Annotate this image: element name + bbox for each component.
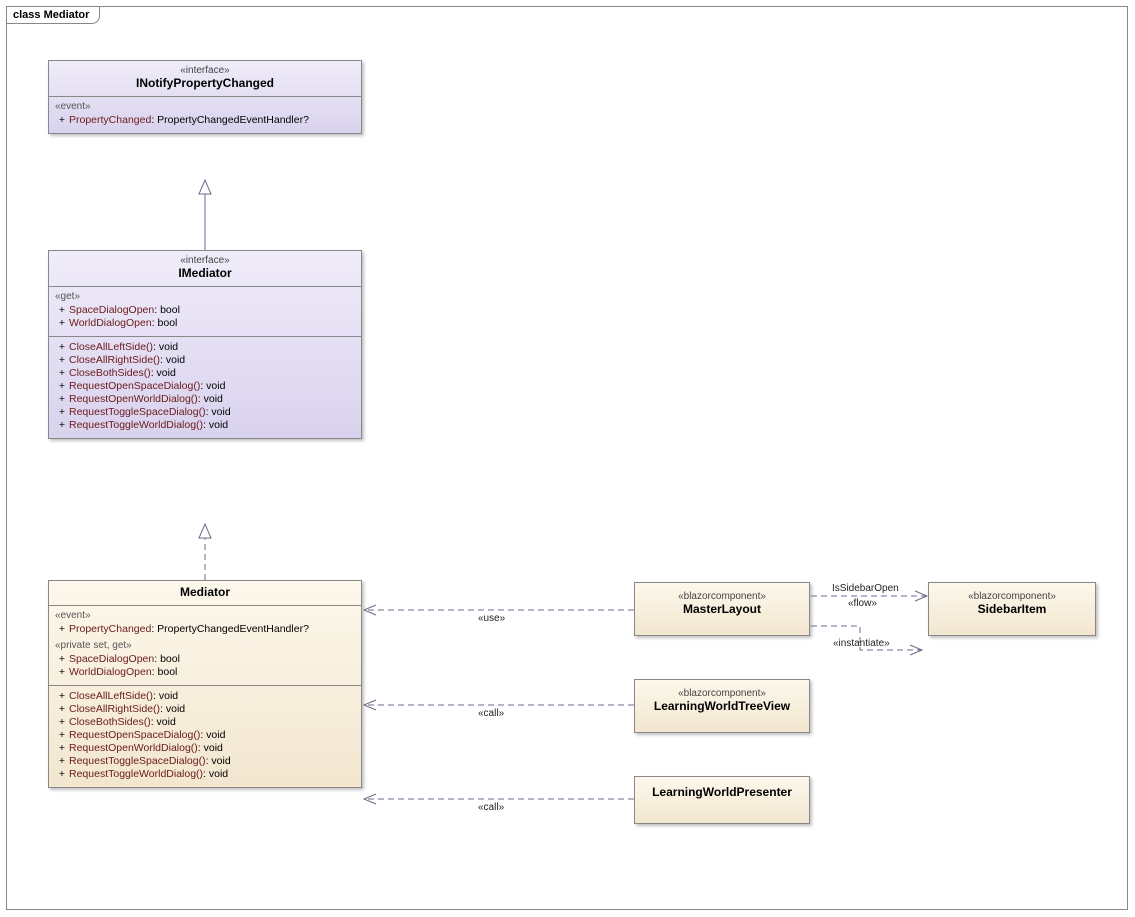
component-LearningWorldTreeView: «blazorcomponent» LearningWorldTreeView: [634, 679, 810, 733]
interface-IMediator: «interface» IMediator «get» +SpaceDialogO…: [48, 250, 362, 439]
class-title: MasterLayout: [639, 602, 805, 616]
member: +RequestOpenWorldDialog(): void: [55, 742, 355, 755]
member: +RequestOpenSpaceDialog(): void: [55, 729, 355, 742]
member: +PropertyChanged: PropertyChangedEventHa…: [55, 623, 355, 636]
compartment: +CloseAllLeftSide(): void+CloseAllRightS…: [49, 686, 361, 787]
compartment-label: «private set, get»: [55, 640, 355, 651]
compartment: «get» +SpaceDialogOpen: bool+WorldDialogO…: [49, 287, 361, 337]
compartment-label: «event»: [55, 101, 355, 112]
member: +CloseAllLeftSide(): void: [55, 341, 355, 354]
class-title: IMediator: [53, 266, 357, 280]
class-title: INotifyPropertyChanged: [53, 76, 357, 90]
member: +RequestToggleSpaceDialog(): void: [55, 755, 355, 768]
member: +RequestToggleSpaceDialog(): void: [55, 406, 355, 419]
frame-name: Mediator: [44, 9, 90, 21]
compartment-label: «event»: [55, 610, 355, 621]
class-Mediator: Mediator «event» +PropertyChanged: Proper…: [48, 580, 362, 788]
relation-label-use: «use»: [478, 613, 505, 624]
member: +RequestToggleWorldDialog(): void: [55, 768, 355, 781]
relation-label-call: «call»: [478, 708, 504, 719]
class-LearningWorldPresenter: LearningWorldPresenter: [634, 776, 810, 824]
component-SidebarItem: «blazorcomponent» SidebarItem: [928, 582, 1096, 636]
compartment-label: «get»: [55, 291, 355, 302]
compartment: «event» +PropertyChanged: PropertyChanged…: [49, 606, 361, 686]
class-title: LearningWorldTreeView: [639, 699, 805, 713]
member: +CloseAllLeftSide(): void: [55, 690, 355, 703]
member: +PropertyChanged: PropertyChangedEventHa…: [55, 114, 355, 127]
stereotype: «blazorcomponent»: [639, 688, 805, 699]
relation-label-flow: «flow»: [848, 598, 877, 609]
stereotype: «interface»: [53, 65, 357, 76]
class-title: SidebarItem: [933, 602, 1091, 616]
class-title: LearningWorldPresenter: [639, 785, 805, 799]
interface-INotifyPropertyChanged: «interface» INotifyPropertyChanged «even…: [48, 60, 362, 134]
stereotype: «blazorcomponent»: [933, 591, 1091, 602]
member: +SpaceDialogOpen: bool: [55, 653, 355, 666]
member: +SpaceDialogOpen: bool: [55, 304, 355, 317]
class-title: Mediator: [53, 585, 357, 599]
stereotype: «blazorcomponent»: [639, 591, 805, 602]
component-MasterLayout: «blazorcomponent» MasterLayout: [634, 582, 810, 636]
member: +CloseBothSides(): void: [55, 367, 355, 380]
frame-kind: class: [13, 9, 41, 21]
member: +RequestToggleWorldDialog(): void: [55, 419, 355, 432]
relation-label-flow-name: IsSidebarOpen: [832, 583, 899, 594]
compartment: «event» +PropertyChanged: PropertyChanged…: [49, 97, 361, 133]
stereotype: «interface»: [53, 255, 357, 266]
member: +CloseAllRightSide(): void: [55, 703, 355, 716]
relation-label-instantiate: «instantiate»: [833, 638, 890, 649]
member: +WorldDialogOpen: bool: [55, 666, 355, 679]
member: +WorldDialogOpen: bool: [55, 317, 355, 330]
relation-label-call: «call»: [478, 802, 504, 813]
member: +CloseAllRightSide(): void: [55, 354, 355, 367]
compartment: +CloseAllLeftSide(): void+CloseAllRightS…: [49, 337, 361, 438]
member: +RequestOpenWorldDialog(): void: [55, 393, 355, 406]
member: +CloseBothSides(): void: [55, 716, 355, 729]
member: +RequestOpenSpaceDialog(): void: [55, 380, 355, 393]
frame-title-tab: class Mediator: [6, 6, 100, 24]
